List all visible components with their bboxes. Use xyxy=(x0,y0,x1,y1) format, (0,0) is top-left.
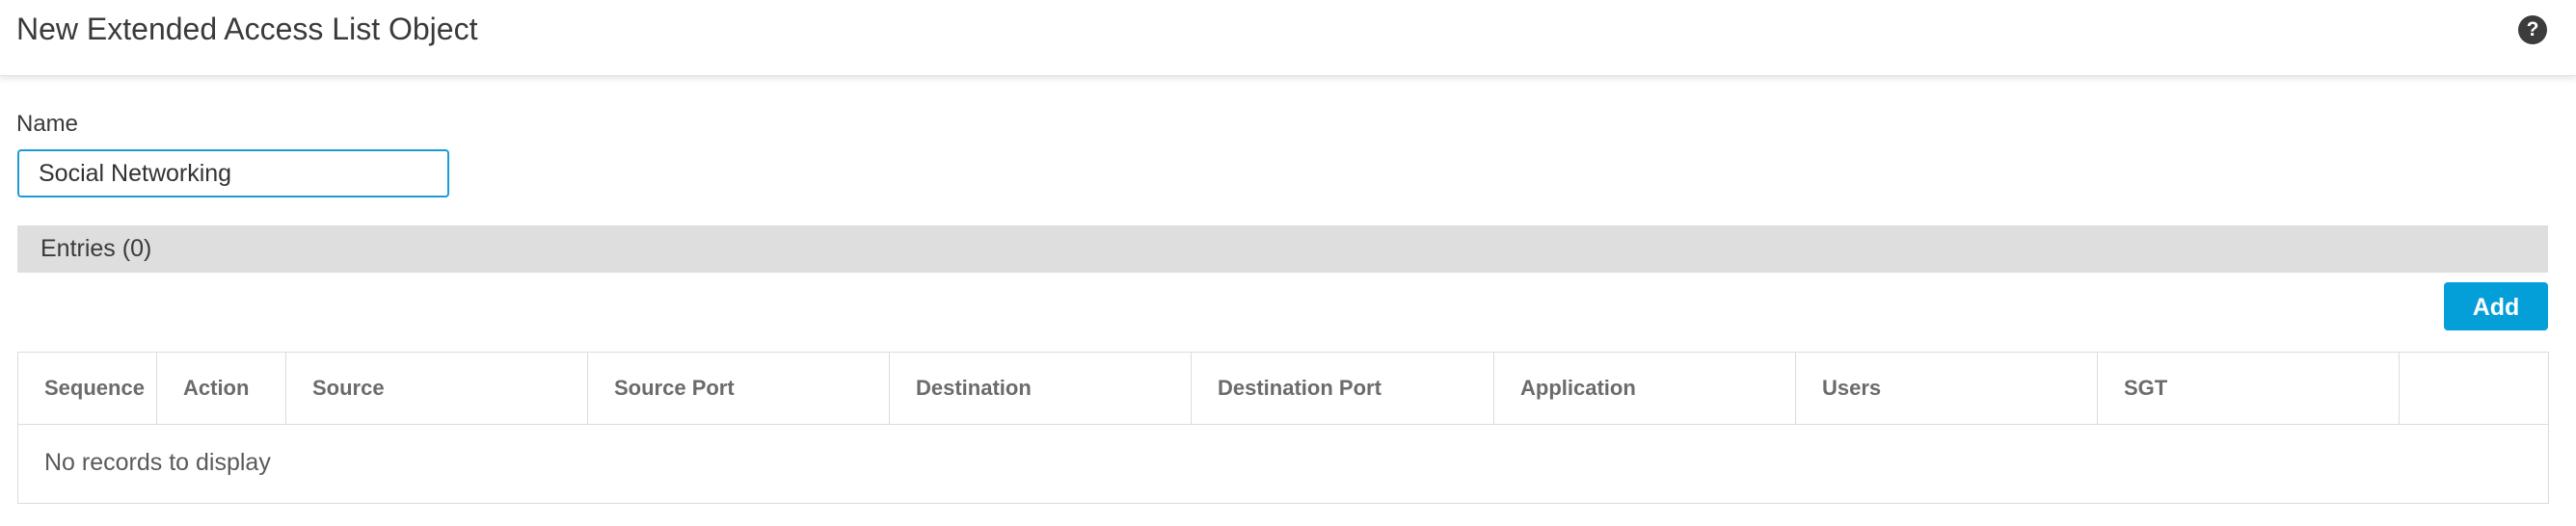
help-icon[interactable]: ? xyxy=(2518,15,2547,44)
column-header-source-port[interactable]: Source Port xyxy=(588,353,890,424)
dialog-title: New Extended Access List Object xyxy=(16,12,478,46)
empty-table-message: No records to display xyxy=(44,449,271,476)
column-header-action[interactable]: Action xyxy=(157,353,286,424)
column-header-destination-port[interactable]: Destination Port xyxy=(1192,353,1494,424)
entries-count-label: Entries (0) xyxy=(40,235,152,262)
column-header-sequence[interactable]: Sequence xyxy=(18,353,157,424)
column-header-application[interactable]: Application xyxy=(1494,353,1796,424)
column-header-sgt[interactable]: SGT xyxy=(2098,353,2400,424)
column-header-users[interactable]: Users xyxy=(1796,353,2098,424)
add-entry-button[interactable]: Add xyxy=(2444,282,2548,330)
dialog-header: New Extended Access List Object ? xyxy=(0,0,2576,76)
column-header-actions xyxy=(2400,353,2548,424)
name-input[interactable] xyxy=(17,149,449,197)
column-header-source[interactable]: Source xyxy=(286,353,588,424)
column-header-destination[interactable]: Destination xyxy=(890,353,1192,424)
entries-section-header: Entries (0) xyxy=(17,225,2548,273)
name-label: Name xyxy=(16,111,79,137)
table-empty-row: No records to display xyxy=(18,425,2548,503)
table-header-row: Sequence Action Source Source Port Desti… xyxy=(18,353,2548,425)
entries-table: Sequence Action Source Source Port Desti… xyxy=(17,352,2549,504)
